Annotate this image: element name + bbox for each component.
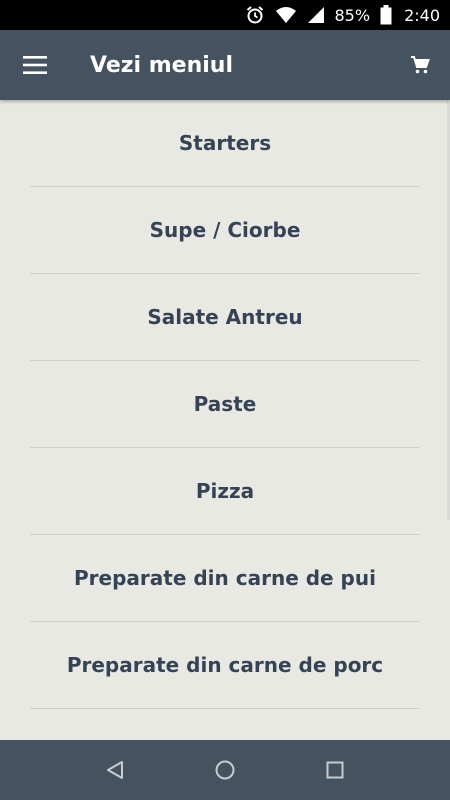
home-icon — [215, 760, 235, 780]
list-item[interactable]: Preparate din carne de pui — [30, 535, 420, 622]
menu-item-label: Paste — [193, 392, 257, 416]
app-bar: Vezi meniul — [0, 30, 450, 100]
menu-item-label: Preparate din carne de porc — [66, 653, 384, 677]
recents-icon — [326, 761, 344, 779]
menu-category-list: Starters Supe / Ciorbe Salate Antreu Pas… — [0, 100, 450, 709]
hamburger-menu-icon — [23, 56, 47, 74]
list-item[interactable]: Supe / Ciorbe — [30, 187, 420, 274]
hamburger-menu-button[interactable] — [0, 30, 70, 100]
system-nav-bar — [0, 740, 450, 800]
back-icon — [107, 761, 123, 779]
back-button[interactable] — [90, 745, 140, 795]
menu-item-label: Preparate din carne de pui — [74, 566, 376, 590]
clock: 2:40 — [404, 5, 440, 25]
wifi-icon — [275, 6, 297, 24]
cart-button[interactable] — [390, 30, 450, 100]
signal-icon — [307, 6, 325, 24]
page-title: Vezi meniul — [90, 52, 233, 78]
menu-item-label: Supe / Ciorbe — [149, 218, 301, 242]
list-item[interactable]: Pizza — [30, 448, 420, 535]
battery-percentage: 85% — [334, 5, 371, 25]
battery-icon — [380, 5, 392, 25]
menu-item-label: Pizza — [195, 479, 255, 503]
list-item[interactable]: Preparate din carne de porc — [30, 622, 420, 709]
status-bar: 85% 2:40 — [0, 0, 450, 30]
list-item[interactable]: Paste — [30, 361, 420, 448]
menu-content[interactable]: Starters Supe / Ciorbe Salate Antreu Pas… — [0, 100, 450, 740]
alarm-icon — [245, 5, 265, 25]
menu-item-label: Starters — [178, 131, 272, 155]
list-item[interactable]: Starters — [30, 100, 420, 187]
home-button[interactable] — [200, 745, 250, 795]
menu-item-label: Salate Antreu — [147, 305, 303, 329]
list-item[interactable]: Salate Antreu — [30, 274, 420, 361]
recents-button[interactable] — [310, 745, 360, 795]
cart-icon — [411, 56, 430, 74]
